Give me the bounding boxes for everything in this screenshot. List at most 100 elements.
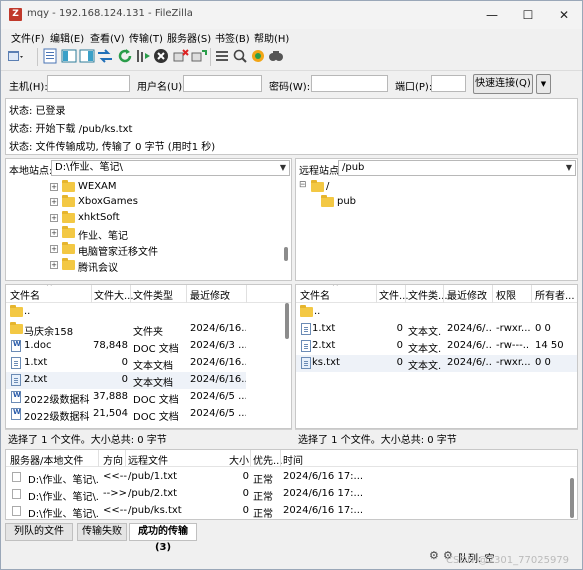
queue-row[interactable]: D:\作业、笔记\... <<-- /pub/ks.txt 0 正常 2024/… bbox=[6, 503, 577, 520]
column-header-type[interactable]: 文件类型 bbox=[133, 287, 173, 302]
queue-header-size[interactable]: 大小 bbox=[229, 452, 249, 467]
expand-icon[interactable]: + bbox=[50, 261, 58, 269]
cancel-icon[interactable] bbox=[153, 48, 169, 64]
file-row-selected[interactable]: 2.txt 0 文本文档 2024/6/16... bbox=[6, 372, 246, 389]
file-row[interactable]: 1.txt 0 文本文... 2024/6/... -rwxr... 0 0 bbox=[296, 321, 577, 338]
collapse-icon[interactable]: ⊟ bbox=[299, 180, 307, 190]
reconnect-icon[interactable] bbox=[191, 48, 207, 64]
expand-icon[interactable]: + bbox=[50, 198, 58, 206]
column-divider[interactable] bbox=[125, 450, 126, 467]
toggle-remote-tree-icon[interactable] bbox=[79, 48, 95, 64]
column-divider[interactable] bbox=[130, 285, 131, 303]
file-row[interactable]: 2022级数据科... 21,504 DOC 文档 2024/6/5 ... bbox=[6, 406, 286, 423]
column-divider[interactable] bbox=[280, 450, 281, 467]
username-input[interactable] bbox=[183, 75, 262, 92]
column-header-size[interactable]: 文件大... bbox=[94, 287, 134, 302]
column-divider[interactable] bbox=[246, 285, 247, 303]
toggle-log-icon[interactable] bbox=[42, 48, 58, 64]
port-input[interactable] bbox=[431, 75, 466, 92]
toggle-queue-icon[interactable] bbox=[97, 48, 113, 64]
file-name: 2.txt bbox=[24, 374, 48, 385]
queue-scrollbar[interactable] bbox=[570, 478, 574, 518]
search-icon[interactable] bbox=[268, 48, 284, 64]
queue-header-local[interactable]: 服务器/本地文件 bbox=[10, 452, 83, 467]
refresh-icon[interactable] bbox=[117, 48, 133, 64]
queue-header-direction[interactable]: 方向 bbox=[103, 452, 123, 467]
file-row[interactable]: 2.txt 0 文本文... 2024/6/... -rw---... 14 5… bbox=[296, 338, 577, 355]
tab-failed-transfers[interactable]: 传输失败 bbox=[77, 523, 127, 541]
column-divider[interactable] bbox=[531, 285, 532, 303]
quickconnect-dropdown-button[interactable]: ▼ bbox=[536, 74, 551, 94]
local-site-path-input[interactable]: D:\作业、笔记\ ▼ bbox=[51, 160, 290, 176]
menu-transfer[interactable]: 传输(T) bbox=[129, 30, 163, 45]
tree-item[interactable]: + 作业、笔记 bbox=[50, 226, 280, 242]
maximize-button[interactable]: ☐ bbox=[510, 1, 546, 29]
tree-item[interactable]: + xhktSoft bbox=[50, 211, 280, 226]
menu-help[interactable]: 帮助(H) bbox=[254, 30, 289, 45]
column-header-modified[interactable]: 最近修改 bbox=[447, 287, 487, 302]
remote-site-path-input[interactable]: /pub ▼ bbox=[338, 160, 576, 176]
local-tree-scrollbar[interactable] bbox=[284, 247, 288, 261]
column-divider[interactable] bbox=[91, 285, 92, 303]
tree-item[interactable]: + WEXAM bbox=[50, 180, 280, 195]
file-row[interactable]: 2022级数据科... 37,888 DOC 文档 2024/6/5 ... bbox=[6, 389, 286, 406]
column-divider[interactable] bbox=[443, 285, 444, 303]
file-row[interactable]: 1.txt 0 文本文档 2024/6/16... bbox=[6, 355, 286, 372]
column-divider[interactable] bbox=[250, 450, 251, 467]
compare-icon[interactable] bbox=[232, 48, 248, 64]
quickconnect-button[interactable]: 快速连接(Q) bbox=[473, 74, 533, 94]
sync-browse-icon[interactable] bbox=[250, 48, 266, 64]
menu-bookmarks[interactable]: 书签(B) bbox=[215, 30, 250, 45]
file-row[interactable]: .. bbox=[6, 304, 286, 321]
password-input[interactable] bbox=[311, 75, 388, 92]
queue-row[interactable]: D:\作业、笔记\... <<-- /pub/1.txt 0 正常 2024/6… bbox=[6, 469, 577, 486]
log-line: 状态: 开始下载 /pub/ks.txt bbox=[9, 124, 133, 135]
toggle-local-tree-icon[interactable] bbox=[61, 48, 77, 64]
menu-file[interactable]: 文件(F) bbox=[11, 30, 45, 45]
site-manager-icon[interactable] bbox=[7, 48, 23, 64]
tree-item[interactable]: pub bbox=[321, 195, 521, 210]
expand-icon[interactable]: + bbox=[50, 229, 58, 237]
doc-file-icon bbox=[11, 340, 21, 352]
disconnect-icon[interactable] bbox=[173, 48, 189, 64]
queue-header-priority[interactable]: 优先... bbox=[253, 452, 283, 467]
queue-header-remote[interactable]: 远程文件 bbox=[128, 452, 168, 467]
column-divider[interactable] bbox=[98, 450, 99, 467]
column-header-owner[interactable]: 所有者... bbox=[535, 287, 575, 302]
menu-edit[interactable]: 编辑(E) bbox=[50, 30, 84, 45]
menu-server[interactable]: 服务器(S) bbox=[167, 30, 211, 45]
column-divider[interactable] bbox=[405, 285, 406, 303]
expand-icon[interactable]: + bbox=[50, 183, 58, 191]
tab-queued-files[interactable]: 列队的文件 bbox=[5, 523, 73, 541]
tree-item[interactable]: + 腾讯会议 bbox=[50, 258, 280, 274]
tab-successful-transfers[interactable]: 成功的传输 (3) bbox=[129, 523, 197, 553]
column-header-type[interactable]: 文件类... bbox=[408, 287, 448, 302]
queue-header-time[interactable]: 时间 bbox=[283, 452, 303, 467]
filter-icon[interactable] bbox=[214, 48, 230, 64]
column-divider[interactable] bbox=[376, 285, 377, 303]
column-header-filename[interactable]: 文件名 bbox=[300, 287, 330, 302]
expand-icon[interactable]: + bbox=[50, 245, 58, 253]
column-header-modified[interactable]: 最近修改 bbox=[190, 287, 230, 302]
chevron-down-icon[interactable]: ▼ bbox=[566, 161, 572, 175]
column-header-divider[interactable] bbox=[186, 285, 187, 303]
tree-item[interactable]: + 电脑管家迁移文件 bbox=[50, 242, 280, 258]
local-list-scrollbar[interactable] bbox=[285, 303, 289, 339]
file-row[interactable]: .. bbox=[296, 304, 577, 321]
close-button[interactable]: ✕ bbox=[546, 1, 582, 29]
file-row[interactable]: 马庆余158 文件夹 2024/6/16... bbox=[6, 321, 286, 338]
tree-item[interactable]: + XboxGames bbox=[50, 195, 280, 210]
menu-view[interactable]: 查看(V) bbox=[90, 30, 125, 45]
minimize-button[interactable]: — bbox=[474, 1, 510, 29]
chevron-down-icon[interactable]: ▼ bbox=[280, 161, 286, 175]
host-input[interactable] bbox=[47, 75, 130, 92]
file-row[interactable]: 1.doc 78,848 DOC 文档 2024/6/3 ... bbox=[6, 338, 286, 355]
process-queue-icon[interactable] bbox=[135, 48, 151, 64]
file-row-selected[interactable]: ks.txt 0 文本文... 2024/6/... -rwxr... 0 0 bbox=[296, 355, 577, 372]
column-header-filename[interactable]: 文件名 bbox=[10, 287, 40, 302]
column-header-permissions[interactable]: 权限 bbox=[496, 287, 516, 302]
column-divider[interactable] bbox=[492, 285, 493, 303]
queue-row[interactable]: D:\作业、笔记\... -->> /pub/2.txt 0 正常 2024/6… bbox=[6, 486, 577, 503]
tree-item[interactable]: ⊟ / bbox=[299, 180, 499, 195]
expand-icon[interactable]: + bbox=[50, 214, 58, 222]
